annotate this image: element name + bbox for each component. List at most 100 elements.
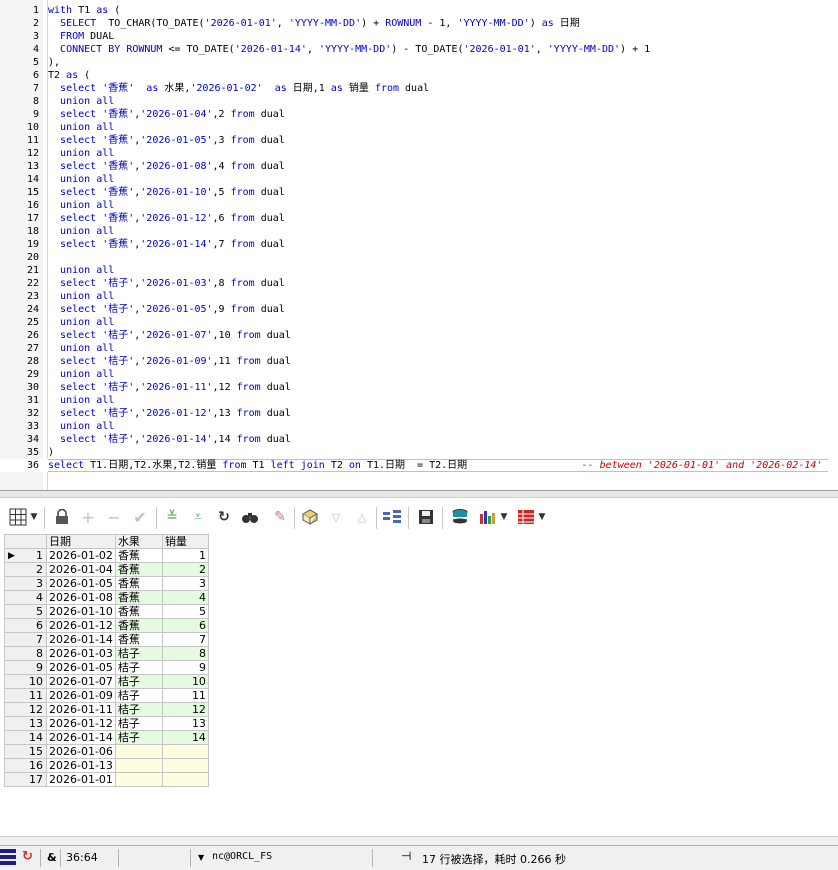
cell-date[interactable]: 2026-01-09 [46, 688, 116, 703]
code-line[interactable]: 6 T2 as ( [0, 69, 838, 82]
refresh-icon[interactable]: ↻ [22, 849, 33, 864]
code-line[interactable]: 25 union all [0, 316, 838, 329]
code-text[interactable]: union all [48, 290, 114, 303]
cell-qty[interactable]: 5 [161, 604, 209, 619]
code-line[interactable]: 14 union all [0, 173, 838, 186]
cell-date[interactable]: 2026-01-13 [46, 758, 116, 773]
code-text[interactable]: select '香蕉','2026-01-12',6 from dual [48, 212, 285, 225]
code-line[interactable]: 34 select '桔子','2026-01-14',14 from dual [0, 433, 838, 446]
code-line[interactable]: 35) [0, 446, 838, 459]
cell-date[interactable]: 2026-01-04 [46, 562, 116, 577]
cell-fruit[interactable]: 桔子 [114, 702, 163, 717]
code-text[interactable]: select '桔子','2026-01-03',8 from dual [48, 277, 285, 290]
code-line[interactable]: 22 select '桔子','2026-01-03',8 from dual [0, 277, 838, 290]
table-row[interactable]: 3 2026-01-05 香蕉 3 [4, 576, 209, 591]
table-row[interactable]: 16 2026-01-13 [4, 758, 209, 773]
code-text[interactable]: SELECT TO_CHAR(TO_DATE('2026-01-01', 'YY… [48, 17, 580, 30]
code-line[interactable]: 23 union all [0, 290, 838, 303]
code-text[interactable]: union all [48, 264, 114, 277]
cell-qty[interactable]: 14 [161, 730, 209, 745]
code-line[interactable]: 20 [0, 251, 838, 264]
cell-qty[interactable] [161, 744, 209, 759]
code-line[interactable]: 7 select '香蕉' as 水果,'2026-01-02' as 日期,1… [0, 82, 838, 95]
chevron-down-icon[interactable]: ▼ [28, 507, 40, 527]
cell-fruit[interactable]: 桔子 [114, 688, 163, 703]
table-row[interactable]: 4 2026-01-08 香蕉 4 [4, 590, 209, 605]
table-row[interactable]: 10 2026-01-07 桔子 10 [4, 674, 209, 689]
code-text[interactable]: select '香蕉','2026-01-08',4 from dual [48, 160, 285, 173]
cell-fruit[interactable]: 香蕉 [114, 576, 163, 591]
code-line[interactable]: 1 with T1 as ( [0, 4, 838, 17]
code-text[interactable]: ) [48, 446, 54, 459]
code-line[interactable]: 29 union all [0, 368, 838, 381]
code-text[interactable]: FROM DUAL [48, 30, 114, 43]
code-line[interactable]: 15 select '香蕉','2026-01-10',5 from dual [0, 186, 838, 199]
cell-fruit[interactable]: 香蕉 [114, 618, 163, 633]
code-line[interactable]: 27 union all [0, 342, 838, 355]
code-line[interactable]: 12 union all [0, 147, 838, 160]
table-row[interactable]: 13 2026-01-12 桔子 13 [4, 716, 209, 731]
code-line[interactable]: 36 select T1.日期,T2.水果,T2.销量 from T1 left … [0, 459, 838, 472]
code-text[interactable]: select '桔子','2026-01-07',10 from dual [48, 329, 291, 342]
cell-qty[interactable] [161, 772, 209, 787]
table-row[interactable]: 7 2026-01-14 香蕉 7 [4, 632, 209, 647]
code-text[interactable]: select '香蕉','2026-01-10',5 from dual [48, 186, 285, 199]
code-line[interactable]: 33 union all [0, 420, 838, 433]
cell-fruit[interactable]: 香蕉 [114, 562, 163, 577]
code-text[interactable]: select '桔子','2026-01-11',12 from dual [48, 381, 291, 394]
code-text[interactable]: select '香蕉','2026-01-04',2 from dual [48, 108, 285, 121]
table-row[interactable]: 11 2026-01-09 桔子 11 [4, 688, 209, 703]
code-line[interactable]: 8 union all [0, 95, 838, 108]
export-icon[interactable] [382, 507, 402, 527]
chevron-down-icon[interactable]: ▼ [198, 853, 204, 862]
code-text[interactable]: with T1 as ( [48, 4, 120, 17]
cell-date[interactable]: 2026-01-03 [46, 646, 116, 661]
code-text[interactable]: select '桔子','2026-01-14',14 from dual [48, 433, 291, 446]
code-text[interactable]: select '香蕉' as 水果,'2026-01-02' as 日期,1 a… [48, 82, 429, 95]
cell-fruit[interactable] [114, 758, 163, 773]
horizontal-scrollbar[interactable] [0, 836, 838, 845]
code-line[interactable]: 11 select '香蕉','2026-01-05',3 from dual [0, 134, 838, 147]
code-line[interactable]: 10 union all [0, 121, 838, 134]
table-row[interactable]: 2 2026-01-04 香蕉 2 [4, 562, 209, 577]
cell-qty[interactable]: 9 [161, 660, 209, 675]
code-text[interactable]: union all [48, 173, 114, 186]
code-line[interactable]: 5), [0, 56, 838, 69]
chevron-down-icon[interactable]: ▼ [498, 507, 510, 527]
cell-date[interactable]: 2026-01-07 [46, 674, 116, 689]
query-by-example-icon[interactable] [300, 507, 320, 527]
code-text[interactable]: select '香蕉','2026-01-05',3 from dual [48, 134, 285, 147]
cell-date[interactable]: 2026-01-05 [46, 576, 116, 591]
find-icon[interactable] [240, 507, 260, 527]
cell-date[interactable]: 2026-01-08 [46, 590, 116, 605]
code-text[interactable]: CONNECT BY ROWNUM <= TO_DATE('2026-01-14… [48, 43, 650, 56]
cell-qty[interactable] [161, 758, 209, 773]
table-row[interactable]: 8 2026-01-03 桔子 8 [4, 646, 209, 661]
code-text[interactable]: union all [48, 368, 114, 381]
code-text[interactable]: union all [48, 95, 114, 108]
cell-date[interactable]: 2026-01-14 [46, 730, 116, 745]
table-row[interactable]: 6 2026-01-12 香蕉 6 [4, 618, 209, 633]
refresh-icon[interactable]: ↻ [214, 507, 234, 527]
sort-desc-icon[interactable]: ▽ [326, 507, 346, 527]
code-line[interactable]: 3 FROM DUAL [0, 30, 838, 43]
cell-qty[interactable]: 7 [161, 632, 209, 647]
pane-splitter[interactable] [0, 490, 838, 498]
post-changes-icon[interactable]: ✔ [130, 507, 150, 527]
code-line[interactable]: 17 select '香蕉','2026-01-12',6 from dual [0, 212, 838, 225]
cell-fruit[interactable]: 桔子 [114, 716, 163, 731]
code-text[interactable]: union all [48, 420, 114, 433]
save-icon[interactable] [416, 507, 436, 527]
table-icon[interactable] [516, 507, 536, 527]
code-line[interactable]: 9 select '香蕉','2026-01-04',2 from dual [0, 108, 838, 121]
table-row[interactable]: 5 2026-01-10 香蕉 5 [4, 604, 209, 619]
cell-date[interactable]: 2026-01-10 [46, 604, 116, 619]
column-header-fruit[interactable]: 水果 [114, 534, 163, 549]
cell-fruit[interactable] [114, 744, 163, 759]
cell-qty[interactable]: 8 [161, 646, 209, 661]
code-line[interactable]: 2 SELECT TO_CHAR(TO_DATE('2026-01-01', '… [0, 17, 838, 30]
connection-name[interactable]: nc@ORCL_FS [212, 851, 272, 862]
code-line[interactable]: 4 CONNECT BY ROWNUM <= TO_DATE('2026-01-… [0, 43, 838, 56]
cell-qty[interactable]: 11 [161, 688, 209, 703]
cell-date[interactable]: 2026-01-01 [46, 772, 116, 787]
